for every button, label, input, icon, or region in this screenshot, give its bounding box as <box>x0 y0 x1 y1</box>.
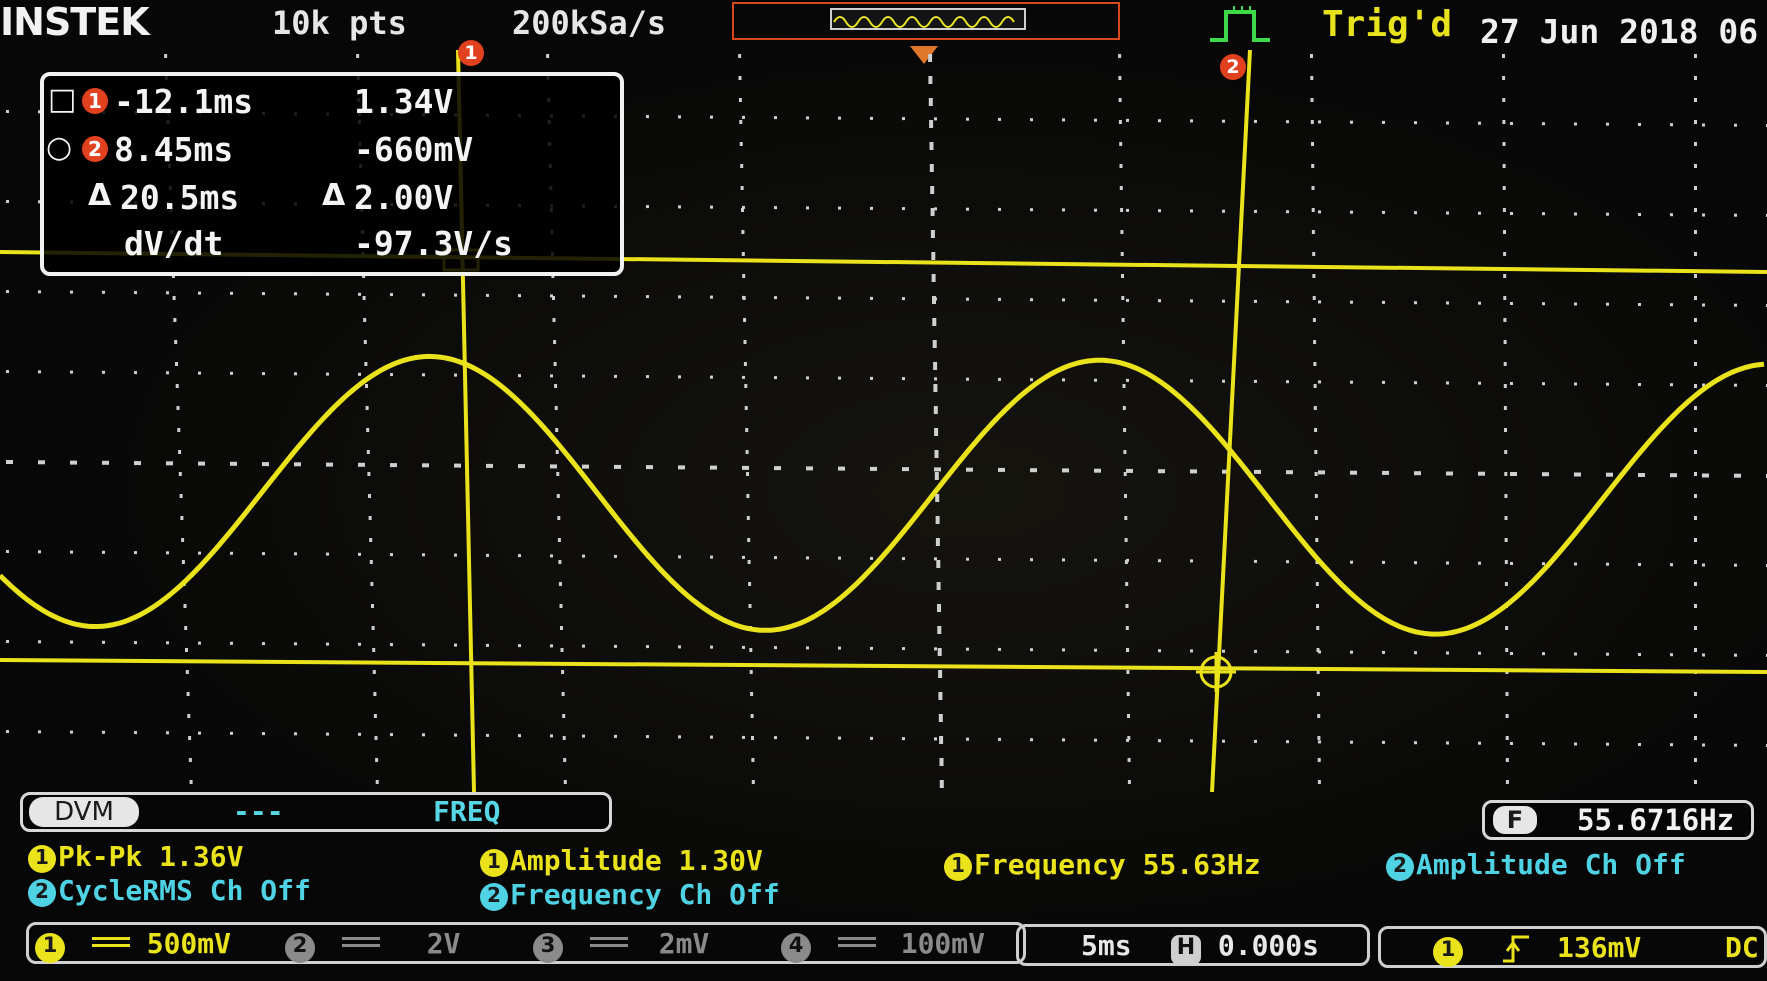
memory-window[interactable] <box>830 8 1026 30</box>
measurement-text: CycleRMS Ch Off <box>58 874 311 907</box>
timebase-scale: 5ms <box>1081 929 1132 962</box>
circle-cursor-icon: ○ <box>46 130 73 165</box>
rising-edge-icon <box>1503 935 1529 963</box>
channel-3-badge: 3 <box>533 933 563 963</box>
measurement-text: Pk-Pk 1.36V <box>58 840 244 873</box>
trigger-level: 136mV <box>1557 931 1642 964</box>
channel-4-status[interactable]: 4 100mV <box>781 927 985 963</box>
timebase-status[interactable]: 5ms H 0.000s <box>1016 924 1370 966</box>
slope-label: dV/dt <box>124 224 224 263</box>
channel-badge: 2 <box>28 879 56 907</box>
square-cursor-icon: □ <box>48 82 77 117</box>
dvm-label: DVM <box>29 797 139 827</box>
horizontal-position: H 0.000s <box>1171 929 1319 965</box>
channel-status-bar: 1 500mV 2 2V 3 2mV 4 100mV <box>26 922 1026 964</box>
channel-badge: 1 <box>28 845 56 873</box>
measurement-amplitude: 1 Amplitude 1.30V <box>480 844 763 877</box>
trigger-source-badge: 1 <box>1433 937 1463 967</box>
horizontal-position-icon: H <box>1171 935 1201 965</box>
dvm-value: --- <box>233 795 284 828</box>
channel-4-scale: 100mV <box>900 927 986 960</box>
frequency-counter-label: F <box>1493 806 1537 834</box>
trigger-edge-icon <box>1210 6 1270 42</box>
dc-coupling-icon <box>341 937 380 947</box>
cursor-2-marker <box>1196 652 1236 692</box>
date-time: 27 Jun 2018 06 <box>1480 12 1759 51</box>
channel-3-scale: 2mV <box>658 927 710 960</box>
sample-rate: 200kSa/s <box>512 4 667 42</box>
trigger-coupling: DC <box>1725 931 1759 964</box>
channel-1-waveform <box>0 353 1765 637</box>
cursor-2-badge: 2 <box>82 136 108 162</box>
measurement-ch2-cyclerms: 2 CycleRMS Ch Off <box>28 874 311 907</box>
cursor-1-row: □ 1 -12.1ms 1.34V <box>44 82 620 124</box>
cursor-2-voltage: -660mV <box>354 130 474 169</box>
channel-4-badge: 4 <box>781 933 811 963</box>
channel-1-status[interactable]: 1 500mV <box>35 927 231 963</box>
cursor-1-voltage: 1.34V <box>354 82 454 121</box>
brand-logo: INSTEK <box>0 0 150 44</box>
dvm-bar[interactable]: DVM --- FREQ <box>20 792 612 832</box>
channel-1-badge: 1 <box>35 933 65 963</box>
channel-3-status[interactable]: 3 2mV <box>533 927 709 963</box>
channel-badge: 2 <box>480 883 508 911</box>
channel-2-badge: 2 <box>285 933 315 963</box>
measurement-panel: 1 Pk-Pk 1.36V 1 Amplitude 1.30V 1 Frequency… <box>0 840 1767 920</box>
dvm-mode: FREQ <box>433 795 501 828</box>
cursor-2-row: ○ 2 8.45ms -660mV <box>44 130 620 172</box>
dc-coupling-icon <box>837 937 876 947</box>
dc-coupling-icon <box>91 937 130 947</box>
cursor-1-time: -12.1ms <box>114 82 254 121</box>
delta-voltage-icon: Δ <box>322 178 346 213</box>
channel-2-status[interactable]: 2 2V <box>285 927 460 963</box>
channel-badge: 1 <box>944 853 972 881</box>
trigger-status: Trig'd <box>1322 4 1453 45</box>
delta-row: Δ 20.5ms Δ 2.00V <box>44 178 620 220</box>
delta-time-icon: Δ <box>88 178 112 213</box>
measurement-text: Amplitude Ch Off <box>1416 848 1686 881</box>
channel-badge: 1 <box>480 849 508 877</box>
cursor-2-time: 8.45ms <box>114 130 234 169</box>
cursor-readout-panel: □ 1 -12.1ms 1.34V ○ 2 8.45ms -660mV Δ 20… <box>40 72 624 276</box>
slope-row: dV/dt -97.3V/s <box>44 224 620 266</box>
frequency-counter[interactable]: F 55.6716Hz <box>1482 800 1754 840</box>
oscilloscope-screen: INSTEK 10k pts 200kSa/s Trig'd 27 Jun 20… <box>0 0 1767 981</box>
memory-bar[interactable] <box>732 2 1120 40</box>
measurement-pkpk: 1 Pk-Pk 1.36V <box>28 840 243 873</box>
delta-voltage: 2.00V <box>354 178 454 217</box>
horizontal-position-value: 0.000s <box>1217 929 1320 962</box>
measurement-text: Frequency 55.63Hz <box>974 848 1261 881</box>
trigger-status-bar[interactable]: 1 136mV DC <box>1378 926 1767 968</box>
cursor-1-tag[interactable]: 1 <box>458 40 484 66</box>
channel-badge: 2 <box>1386 853 1414 881</box>
measurement-frequency: 1 Frequency 55.63Hz <box>944 848 1261 881</box>
status-bar: INSTEK 10k pts 200kSa/s Trig'd 27 Jun 20… <box>0 0 1767 64</box>
measurement-ch2-amplitude: 2 Amplitude Ch Off <box>1386 848 1686 881</box>
measurement-text: Frequency Ch Off <box>510 878 780 911</box>
time-cursor-2[interactable] <box>1210 50 1252 793</box>
cursor-1-badge: 1 <box>82 88 108 114</box>
record-length: 10k pts <box>272 4 407 42</box>
dc-coupling-icon <box>589 937 628 947</box>
channel-2-scale: 2V <box>426 927 461 960</box>
delta-time: 20.5ms <box>120 178 240 217</box>
cursor-2-tag[interactable]: 2 <box>1220 54 1246 80</box>
measurement-text: Amplitude 1.30V <box>510 844 763 877</box>
voltage-cursor-2[interactable] <box>0 658 1767 674</box>
trigger-source: 1 <box>1433 931 1463 967</box>
frequency-counter-value: 55.6716Hz <box>1577 803 1735 837</box>
slope-value: -97.3V/s <box>354 224 513 263</box>
measurement-ch2-frequency: 2 Frequency Ch Off <box>480 878 780 911</box>
memory-waveform-icon <box>833 16 1015 28</box>
channel-1-scale: 500mV <box>146 927 232 960</box>
